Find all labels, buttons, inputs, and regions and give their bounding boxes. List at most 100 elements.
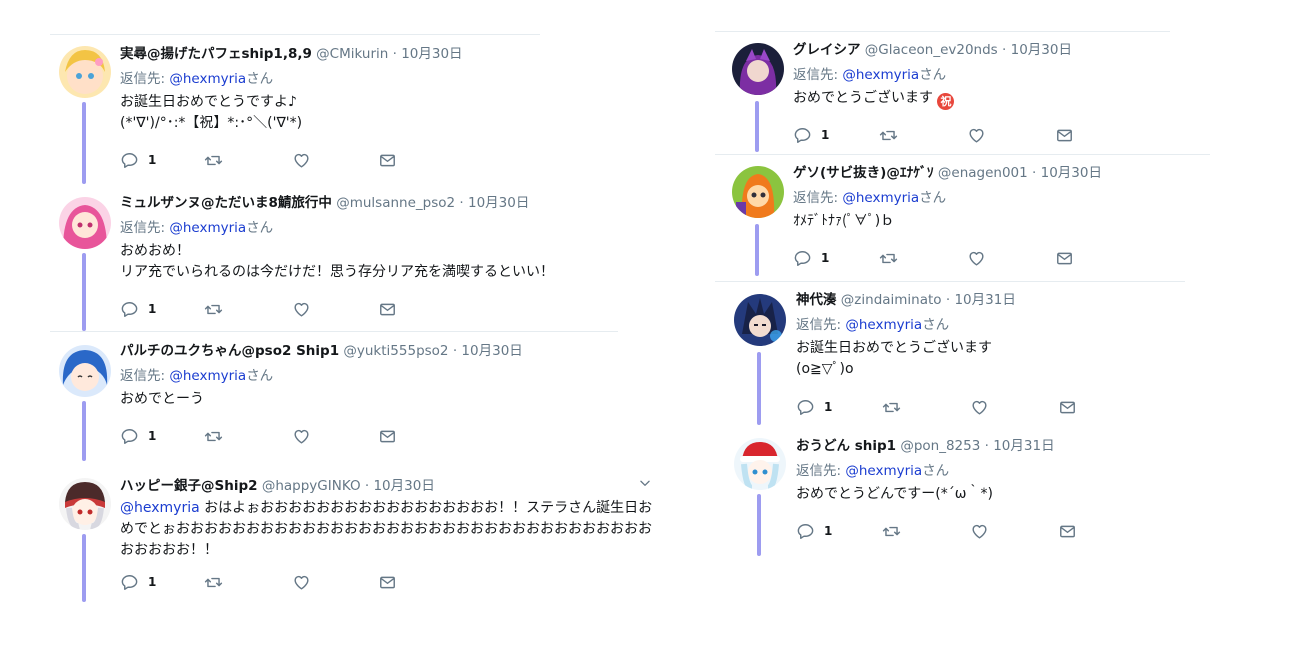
reply-button[interactable]: 1 — [120, 149, 156, 171]
tweet[interactable]: ハッピー銀子@Ship2 @happyGINKO · 10月30日 @hexmy… — [50, 476, 660, 602]
display-name[interactable]: ミュルザンヌ@ただいま8鯖旅行中 — [120, 195, 332, 211]
dm-button[interactable] — [1055, 124, 1074, 146]
reply-icon — [794, 127, 811, 143]
timestamp[interactable]: 10月30日 — [1011, 42, 1072, 58]
like-button[interactable] — [970, 396, 989, 418]
reply-suffix: さん — [922, 463, 950, 479]
reply-button[interactable]: 1 — [796, 396, 832, 418]
tweet[interactable]: ミュルザンヌ@ただいま8鯖旅行中 @mulsanne_pso2 · 10月30日… — [50, 193, 660, 331]
reply-handle-link[interactable]: @hexmyria — [842, 67, 919, 83]
mention-link[interactable]: @hexmyria — [120, 500, 200, 516]
timestamp[interactable]: 10月31日 — [993, 438, 1054, 454]
dm-button[interactable] — [378, 425, 397, 447]
user-handle[interactable]: @zindaiminato — [841, 292, 942, 308]
avatar[interactable] — [732, 166, 784, 218]
reply-handle-link[interactable]: @hexmyria — [842, 190, 919, 206]
chevron-down-icon[interactable] — [638, 476, 652, 490]
user-handle[interactable]: @mulsanne_pso2 — [336, 195, 455, 211]
dm-button[interactable] — [378, 571, 397, 593]
heart-icon — [294, 153, 309, 168]
reply-handle-link[interactable]: @hexmyria — [169, 368, 246, 384]
avatar[interactable] — [59, 46, 111, 98]
dm-button[interactable] — [1058, 520, 1077, 542]
display-name[interactable]: ハッピー銀子@Ship2 — [120, 478, 258, 494]
separator-dot: · — [364, 478, 370, 494]
reply-button[interactable]: 1 — [793, 124, 829, 146]
dm-button[interactable] — [1055, 247, 1074, 269]
dm-button[interactable] — [378, 149, 397, 171]
avatar[interactable] — [59, 345, 111, 397]
reply-count: 1 — [821, 251, 830, 265]
tweet[interactable]: 実尋@揚げたパフェship1,8,9 @CMikurin · 10月30日 返信… — [50, 44, 660, 184]
tweet[interactable]: 神代湊 @zindaiminato · 10月31日 返信先: @hexmyri… — [715, 290, 1215, 425]
reply-handle-link[interactable]: @hexmyria — [845, 463, 922, 479]
avatar[interactable] — [734, 438, 786, 490]
tweet-actions: 1 — [793, 124, 1083, 146]
avatar[interactable] — [734, 294, 786, 346]
display-name[interactable]: グレイシア — [793, 42, 861, 58]
separator-dot: · — [459, 195, 464, 211]
retweet-button[interactable] — [882, 396, 901, 418]
reply-count: 1 — [824, 524, 833, 538]
reply-handle-link[interactable]: @hexmyria — [845, 317, 922, 333]
reply-button[interactable]: 1 — [796, 520, 832, 542]
reply-button[interactable]: 1 — [120, 425, 156, 447]
avatar[interactable] — [59, 197, 111, 249]
like-button[interactable] — [970, 520, 989, 542]
timestamp[interactable]: 10月31日 — [954, 292, 1015, 308]
tweet[interactable]: ゲソ(サビ抜き)@ｴﾅｹﾞｿ @enagen001 · 10月30日 返信先: … — [715, 163, 1215, 276]
reply-button[interactable]: 1 — [120, 298, 156, 320]
display-name[interactable]: 実尋@揚げたパフェship1,8,9 — [120, 46, 312, 62]
reply-count: 1 — [824, 400, 833, 414]
display-name[interactable]: ゲソ(サビ抜き)@ｴﾅｹﾞｿ — [793, 165, 934, 181]
reply-button[interactable]: 1 — [793, 247, 829, 269]
like-button[interactable] — [967, 124, 986, 146]
like-button[interactable] — [292, 425, 311, 447]
avatar[interactable] — [732, 43, 784, 95]
separator-dot: · — [945, 292, 951, 308]
tweet[interactable]: パルチのユクちゃん@pso2 Ship1 @yukti555pso2 · 10月… — [50, 341, 660, 461]
reply-prefix: 返信先: — [796, 317, 842, 333]
reply-prefix: 返信先: — [793, 190, 839, 206]
timestamp[interactable]: 10月30日 — [461, 343, 522, 359]
like-button[interactable] — [967, 247, 986, 269]
retweet-icon — [879, 253, 898, 263]
timestamp[interactable]: 10月30日 — [373, 478, 434, 494]
tweet-header: ハッピー銀子@Ship2 @happyGINKO · 10月30日 — [120, 476, 656, 496]
reply-button[interactable]: 1 — [120, 571, 156, 593]
retweet-button[interactable] — [204, 571, 223, 593]
reply-handle-link[interactable]: @hexmyria — [169, 71, 246, 87]
tweet[interactable]: おうどん ship1 @pon_8253 · 10月31日 返信先: @hexm… — [715, 436, 1215, 556]
reply-count: 1 — [148, 302, 157, 316]
user-handle[interactable]: @pon_8253 — [900, 438, 980, 454]
retweet-button[interactable] — [882, 520, 901, 542]
display-name[interactable]: パルチのユクちゃん@pso2 Ship1 — [120, 343, 339, 359]
user-handle[interactable]: @Glaceon_ev20nds — [865, 42, 998, 58]
retweet-button[interactable] — [879, 247, 898, 269]
like-button[interactable] — [292, 149, 311, 171]
retweet-button[interactable] — [879, 124, 898, 146]
tweet-text: お誕生日おめでとうございます (o≧▽ﾟ)o — [796, 340, 992, 377]
display-name[interactable]: おうどん ship1 — [796, 438, 896, 454]
dm-button[interactable] — [378, 298, 397, 320]
user-handle[interactable]: @enagen001 — [938, 165, 1028, 181]
envelope-icon — [380, 303, 395, 315]
retweet-button[interactable] — [204, 298, 223, 320]
retweet-button[interactable] — [204, 149, 223, 171]
user-handle[interactable]: @happyGINKO — [262, 478, 361, 494]
display-name[interactable]: 神代湊 — [796, 292, 837, 308]
user-handle[interactable]: @yukti555pso2 — [343, 343, 448, 359]
reply-suffix: さん — [246, 220, 274, 236]
retweet-button[interactable] — [204, 425, 223, 447]
timestamp[interactable]: 10月30日 — [468, 195, 529, 211]
avatar[interactable] — [59, 478, 111, 530]
reply-handle-link[interactable]: @hexmyria — [169, 220, 246, 236]
user-handle[interactable]: @CMikurin — [316, 46, 388, 62]
dm-button[interactable] — [1058, 396, 1077, 418]
reply-context: 返信先: @hexmyriaさん — [120, 366, 656, 386]
tweet[interactable]: グレイシア @Glaceon_ev20nds · 10月30日 返信先: @he… — [715, 40, 1215, 152]
timestamp[interactable]: 10月30日 — [1041, 165, 1102, 181]
like-button[interactable] — [292, 298, 311, 320]
timestamp[interactable]: 10月30日 — [401, 46, 462, 62]
like-button[interactable] — [292, 571, 311, 593]
